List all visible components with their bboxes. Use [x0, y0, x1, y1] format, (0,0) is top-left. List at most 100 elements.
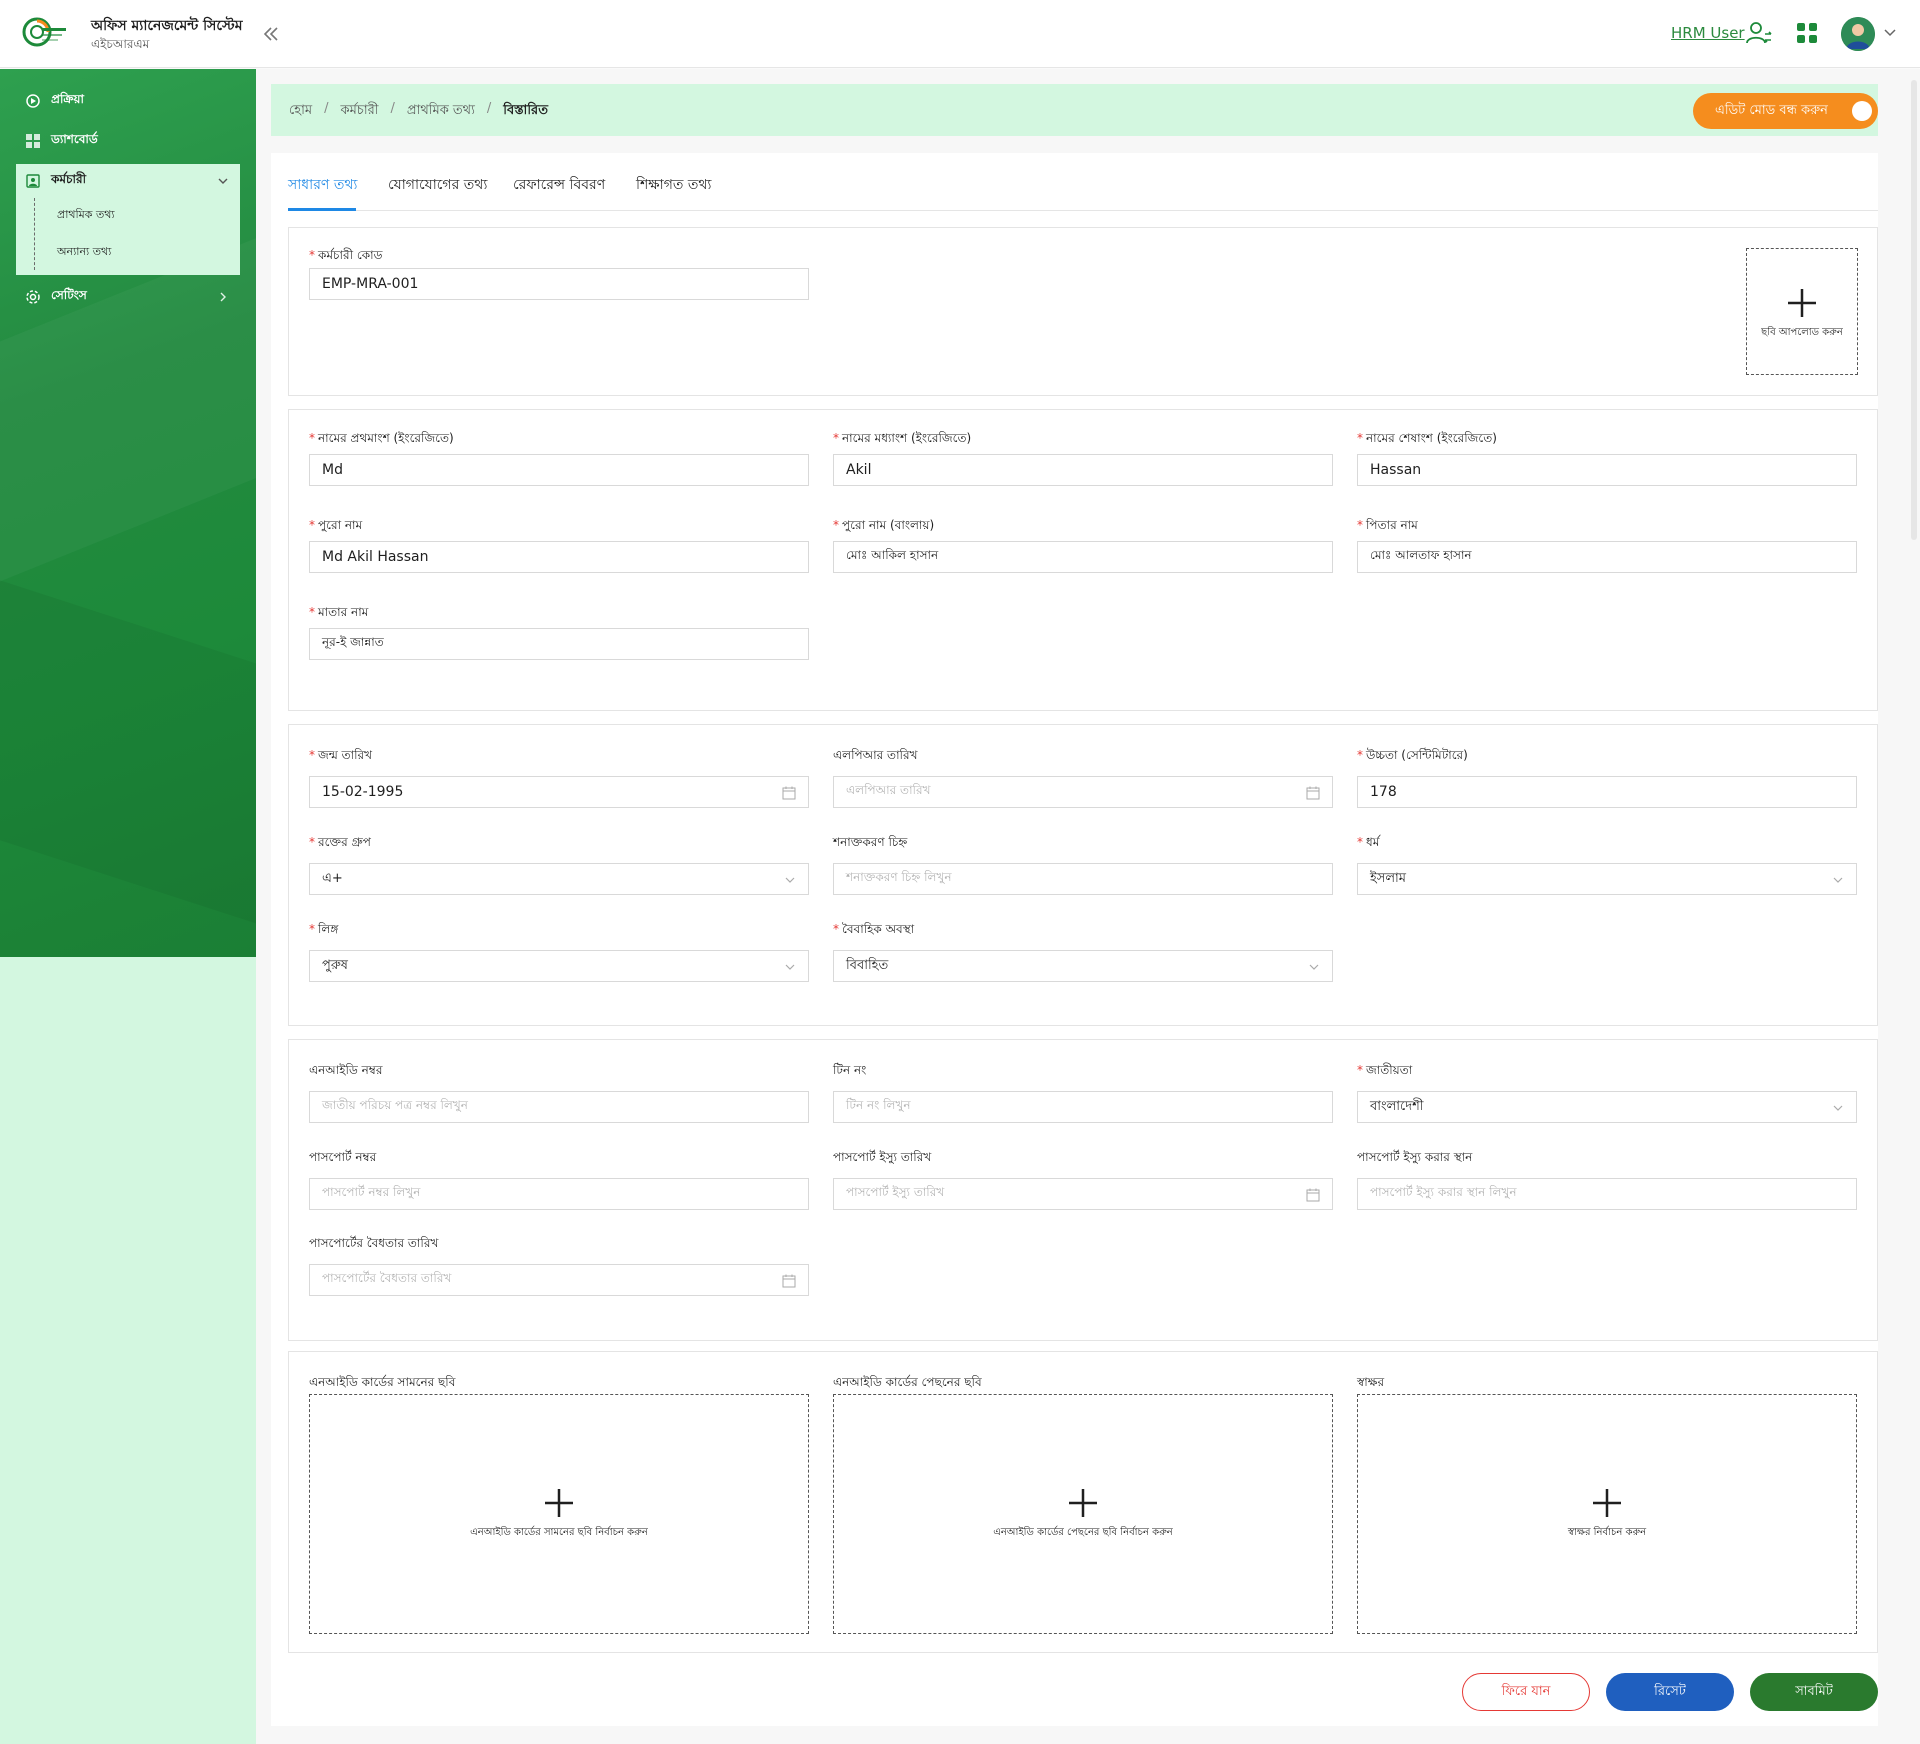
breadcrumb-separator: / [324, 101, 329, 116]
toggle-knob [1852, 101, 1872, 121]
breadcrumb-item-basic-info[interactable]: প্রাথমিক তথ্য [407, 101, 475, 122]
user-switch-icon[interactable] [1745, 19, 1773, 47]
tab-bar: সাধারণ তথ্য যোগাযোগের তথ্য রেফারেন্স বিব… [288, 153, 1878, 211]
section-personal-info: * জন্ম তারিখ 15-02-1995 এলপিআর তারিখ এলপি… [288, 724, 1878, 1026]
gender-select[interactable]: পুরুষ [309, 950, 809, 982]
employee-code-input[interactable]: EMP-MRA-001 [309, 268, 809, 300]
mother-name-input[interactable]: নূর-ই জান্নাত [309, 628, 809, 660]
lpr-date-label: এলপিআর তারিখ [833, 748, 918, 762]
submit-button[interactable]: সাবমিট [1750, 1673, 1878, 1711]
sidebar-item-dashboard[interactable]: ড্যাশবোর্ড [16, 123, 240, 159]
back-button[interactable]: ফিরে যান [1462, 1673, 1590, 1711]
tab-reference-details[interactable]: রেফারেন্স বিবরণ [513, 173, 605, 197]
chevron-down-icon [1309, 964, 1319, 970]
photo-upload-box[interactable]: ছবি আপলোড করুন [1746, 248, 1858, 375]
sidebar: প্রক্রিয়া ড্যাশবোর্ড কর্মচারী প্রাথমিক … [0, 69, 256, 957]
signature-upload-label: স্বাক্ষর নির্বাচন করুন [1567, 1527, 1647, 1538]
breadcrumb-bar: হোম / কর্মচারী / প্রাথমিক তথ্য / বিস্তার… [271, 84, 1878, 136]
reset-button[interactable]: রিসেট [1606, 1673, 1734, 1711]
nationality-select[interactable]: বাংলাদেশী [1357, 1091, 1857, 1123]
blood-group-select[interactable]: এ+ [309, 863, 809, 895]
photo-upload-label: ছবি আপলোড করুন [1761, 327, 1843, 338]
gender-label: * লিঙ্গ [309, 922, 339, 936]
grid-icon[interactable] [1796, 22, 1818, 44]
nid-front-upload-label: এনআইডি কার্ডের সামনের ছবি নির্বাচন করুন [470, 1527, 648, 1538]
marital-status-label: * বৈবাহিক অবস্থা [833, 922, 915, 936]
process-icon [26, 94, 40, 108]
sidebar-item-label: কর্মচারী [51, 172, 87, 186]
tin-input[interactable]: টিন নং লিখুন [833, 1091, 1333, 1123]
father-name-input[interactable]: মোঃ আলতাফ হাসান [1357, 541, 1857, 573]
sidebar-subitem-other-info[interactable]: অন্যান্য তথ্য [57, 243, 111, 262]
chevron-down-icon[interactable] [1882, 24, 1898, 40]
nid-front-upload[interactable]: এনআইডি কার্ডের সামনের ছবি নির্বাচন করুন [309, 1394, 809, 1634]
tab-general-info[interactable]: সাধারণ তথ্য [288, 173, 357, 197]
signature-upload[interactable]: স্বাক্ষর নির্বাচন করুন [1357, 1394, 1857, 1634]
identification-mark-input[interactable]: শনাক্তকরণ চিহ্ন লিখুন [833, 863, 1333, 895]
breadcrumb: হোম / কর্মচারী / প্রাথমিক তথ্য / বিস্তার… [289, 101, 548, 122]
passport-issue-date-label: পাসপোর্ট ইস্যু তারিখ [833, 1150, 932, 1164]
top-header: অফিস ম্যানেজমেন্ট সিস্টেম এইচআরএম HRM Us… [0, 0, 1920, 68]
plus-icon [1788, 289, 1816, 317]
religion-label: * ধর্ম [1357, 835, 1380, 849]
full-name-input[interactable]: Md Akil Hassan [309, 541, 809, 573]
employee-form-card: সাধারণ তথ্য যোগাযোগের তথ্য রেফারেন্স বিব… [271, 153, 1878, 1726]
first-name-input[interactable]: Md [309, 454, 809, 486]
last-name-label: * নামের শেষাংশ (ইংরেজিতে) [1357, 431, 1497, 445]
breadcrumb-item-home[interactable]: হোম [289, 101, 312, 122]
sidebar-item-label: ড্যাশবোর্ড [51, 132, 98, 146]
sidebar-item-process[interactable]: প্রক্রিয়া [16, 83, 240, 119]
nid-input[interactable]: জাতীয় পরিচয় পত্র নম্বর লিখুন [309, 1091, 809, 1123]
passport-expiry-label: পাসপোর্টের বৈধতার তারিখ [309, 1236, 439, 1250]
breadcrumb-current: বিস্তারিত [503, 103, 548, 118]
calendar-icon [1306, 786, 1320, 800]
edit-mode-toggle[interactable]: এডিট মোড বন্ধ করুন [1693, 93, 1878, 129]
sidebar-item-employee[interactable]: কর্মচারী [16, 164, 240, 198]
passport-issue-date-input[interactable]: পাসপোর্ট ইস্যু তারিখ [833, 1178, 1333, 1210]
chevron-down-icon [785, 964, 795, 970]
height-label: * উচ্চতা (সেন্টিমিটারে) [1357, 748, 1468, 762]
tab-education-info[interactable]: শিক্ষাগত তথ্য [636, 173, 711, 197]
nid-label: এনআইডি নম্বর [309, 1063, 383, 1077]
birth-date-label: * জন্ম তারিখ [309, 748, 373, 762]
sidebar-item-settings[interactable]: সেটিংস [16, 279, 240, 315]
full-name-bn-input[interactable]: মোঃ আকিল হাসান [833, 541, 1333, 573]
passport-no-input[interactable]: পাসপোর্ট নম্বর লিখুন [309, 1178, 809, 1210]
tree-connector [34, 198, 35, 270]
lpr-date-input[interactable]: এলপিআর তারিখ [833, 776, 1333, 808]
avatar[interactable] [1841, 17, 1875, 51]
tin-label: টিন নং [833, 1063, 867, 1077]
tab-contact-info[interactable]: যোগাযোগের তথ্য [388, 173, 487, 197]
nid-back-upload[interactable]: এনআইডি কার্ডের পেছনের ছবি নির্বাচন করুন [833, 1394, 1333, 1634]
app-title: অফিস ম্যানেজমেন্ট সিস্টেম [91, 18, 243, 34]
logo [22, 17, 66, 47]
scrollbar-thumb[interactable] [1911, 80, 1917, 540]
nid-front-label: এনআইডি কার্ডের সামনের ছবি [309, 1375, 456, 1389]
height-input[interactable]: 178 [1357, 776, 1857, 808]
app-subtitle: এইচআরএম [91, 37, 150, 51]
edit-mode-label: এডিট মোড বন্ধ করুন [1715, 102, 1828, 118]
sidebar-subitem-basic-info[interactable]: প্রাথমিক তথ্য [57, 206, 115, 225]
active-tab-indicator [288, 208, 356, 211]
signature-label: স্বাক্ষর [1357, 1375, 1385, 1389]
religion-select[interactable]: ইসলাম [1357, 863, 1857, 895]
user-name-link[interactable]: HRM User [1671, 24, 1745, 42]
sidebar-item-label: সেটিংস [51, 288, 87, 302]
mother-name-label: * মাতার নাম [309, 605, 369, 619]
section-employee-code: * কর্মচারী কোড EMP-MRA-001 ছবি আপলোড করুন [288, 227, 1878, 396]
plus-icon [1069, 1489, 1097, 1517]
breadcrumb-item-employee[interactable]: কর্মচারী [340, 101, 378, 122]
dashboard-icon [26, 134, 40, 148]
full-name-label: * পুরো নাম [309, 518, 363, 532]
nationality-label: * জাতীয়তা [1357, 1063, 1413, 1077]
breadcrumb-separator: / [486, 101, 492, 116]
plus-icon [1593, 1489, 1621, 1517]
middle-name-input[interactable]: Akil [833, 454, 1333, 486]
last-name-input[interactable]: Hassan [1357, 454, 1857, 486]
marital-status-select[interactable]: বিবাহিত [833, 950, 1333, 982]
birth-date-input[interactable]: 15-02-1995 [309, 776, 809, 808]
passport-issue-place-label: পাসপোর্ট ইস্যু করার স্থান [1357, 1150, 1473, 1164]
passport-expiry-input[interactable]: পাসপোর্টের বৈধতার তারিখ [309, 1264, 809, 1296]
passport-issue-place-input[interactable]: পাসপোর্ট ইস্যু করার স্থান লিখুন [1357, 1178, 1857, 1210]
double-chevron-left-icon[interactable] [259, 20, 283, 48]
